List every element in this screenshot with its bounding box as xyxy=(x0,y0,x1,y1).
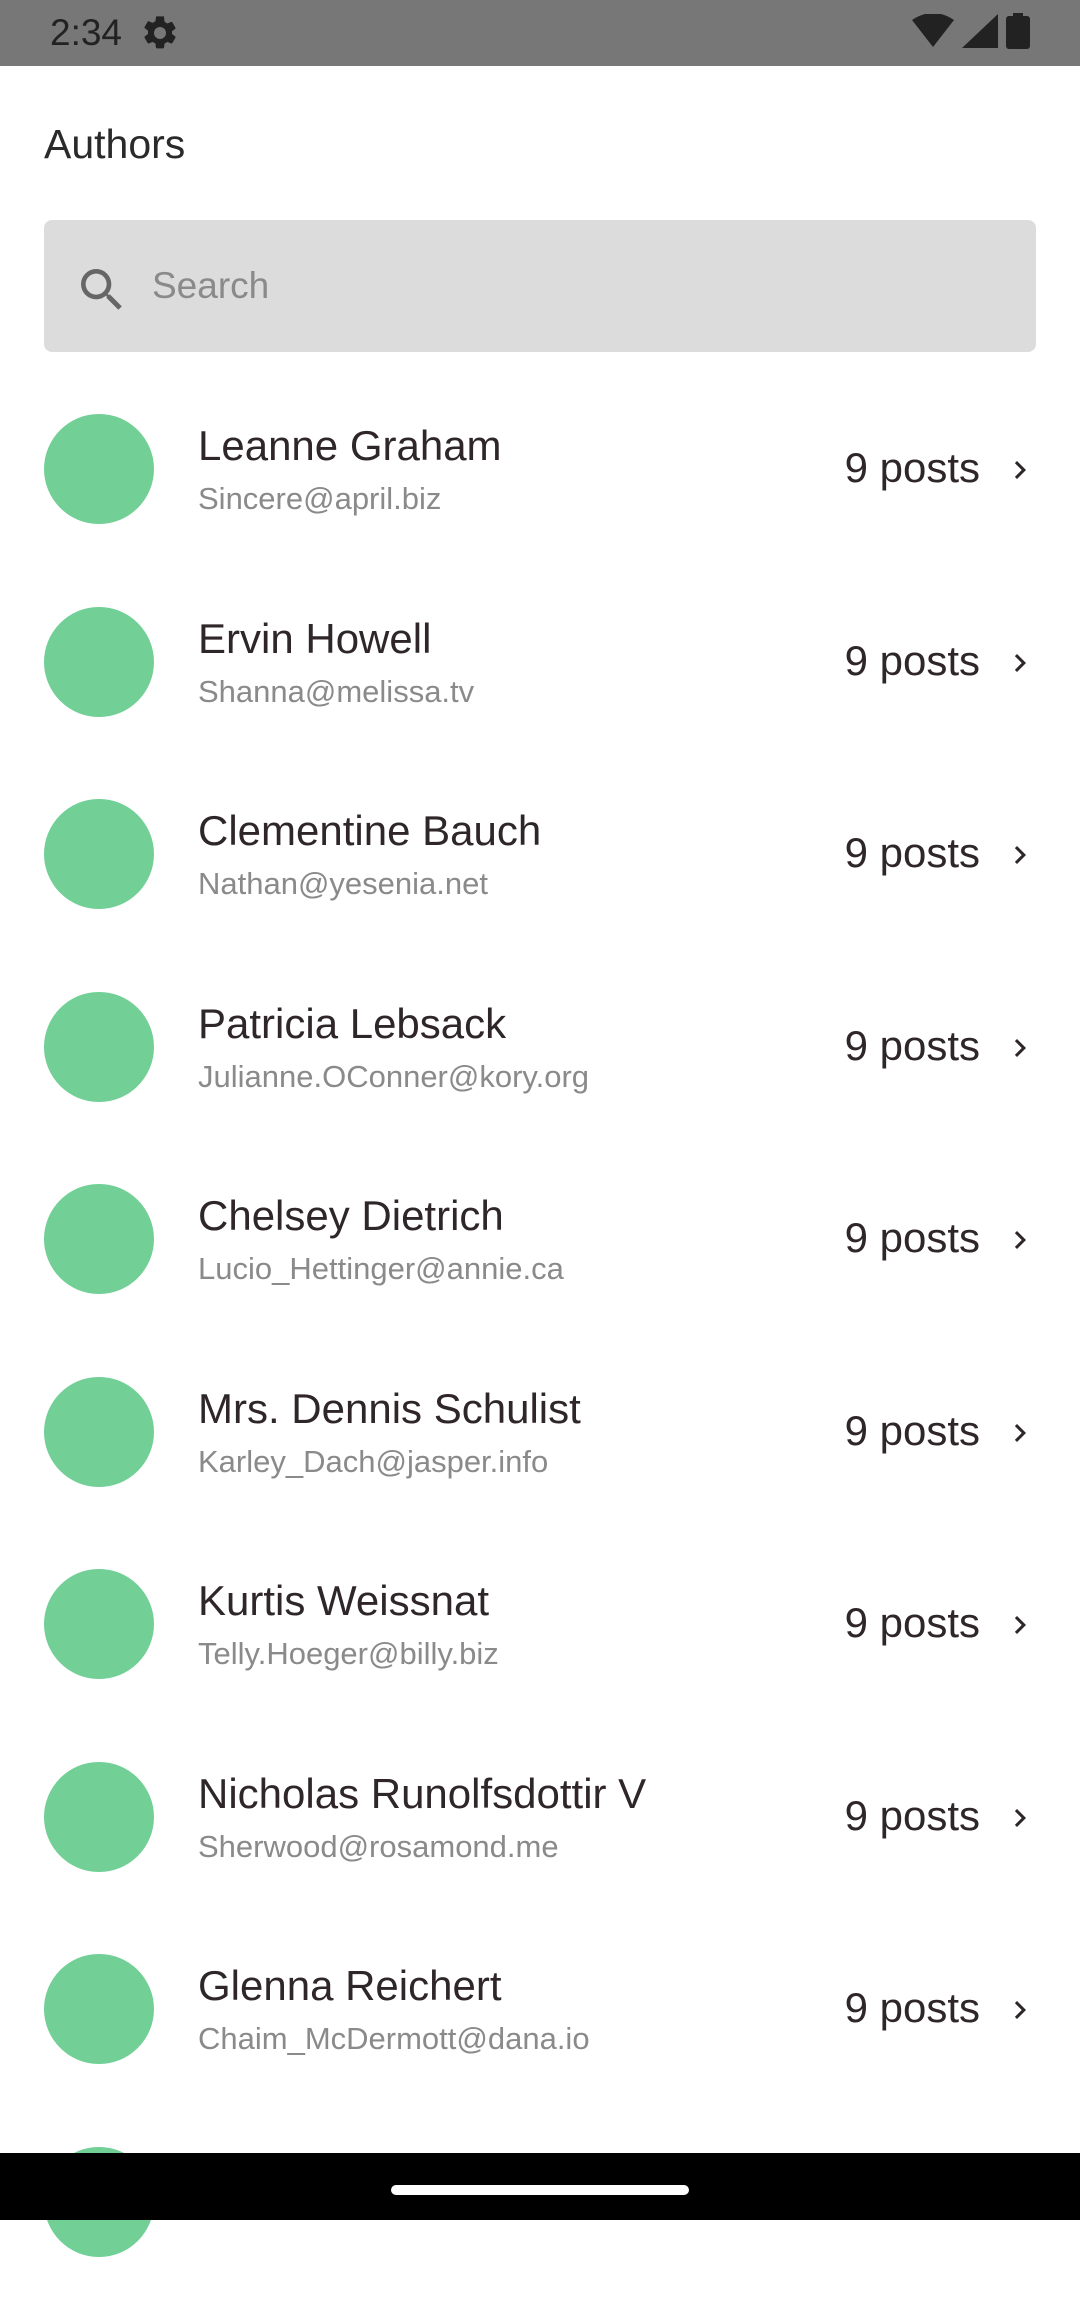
chevron-right-icon xyxy=(1002,1222,1038,1258)
author-row[interactable]: Ervin Howell Shanna@melissa.tv 9 posts xyxy=(0,569,1080,762)
avatar xyxy=(44,1569,154,1679)
chevron-right-icon xyxy=(1002,452,1038,488)
avatar xyxy=(44,1377,154,1487)
gear-icon xyxy=(140,13,180,53)
post-count: 9 posts xyxy=(845,827,980,879)
status-bar: 2:34 xyxy=(0,0,1080,66)
author-name: Chelsey Dietrich xyxy=(198,1190,504,1242)
wifi-icon xyxy=(912,14,954,53)
author-email: Julianne.OConner@kory.org xyxy=(198,1058,589,1096)
author-email: Telly.Hoeger@billy.biz xyxy=(198,1635,499,1673)
author-list: Leanne Graham Sincere@april.biz 9 posts … xyxy=(0,376,1080,2301)
author-row[interactable]: Kurtis Weissnat Telly.Hoeger@billy.biz 9… xyxy=(0,1531,1080,1724)
author-row[interactable]: Chelsey Dietrich Lucio_Hettinger@annie.c… xyxy=(0,1146,1080,1339)
chevron-right-icon xyxy=(1002,1030,1038,1066)
author-row[interactable]: Clementine Bauch Nathan@yesenia.net 9 po… xyxy=(0,761,1080,954)
author-name: Leanne Graham xyxy=(198,420,502,472)
author-email: Sherwood@rosamond.me xyxy=(198,1828,559,1866)
chevron-right-icon xyxy=(1002,1800,1038,1836)
post-count: 9 posts xyxy=(845,635,980,687)
search-input[interactable] xyxy=(152,242,1012,330)
avatar xyxy=(44,1762,154,1872)
author-name: Glenna Reichert xyxy=(198,1960,502,2012)
author-email: Sincere@april.biz xyxy=(198,480,441,518)
author-name: Clementine Bauch xyxy=(198,805,541,857)
chevron-right-icon xyxy=(1002,1607,1038,1643)
author-email: Lucio_Hettinger@annie.ca xyxy=(198,1250,564,1288)
chevron-right-icon xyxy=(1002,837,1038,873)
author-name: Mrs. Dennis Schulist xyxy=(198,1383,581,1435)
author-row[interactable]: Glenna Reichert Chaim_McDermott@dana.io … xyxy=(0,1916,1080,2109)
chevron-right-icon xyxy=(1002,645,1038,681)
avatar xyxy=(44,1184,154,1294)
chevron-right-icon xyxy=(1002,1415,1038,1451)
author-email: Chaim_McDermott@dana.io xyxy=(198,2020,590,2058)
search-bar[interactable] xyxy=(44,220,1036,352)
post-count: 9 posts xyxy=(845,1790,980,1842)
avatar xyxy=(44,799,154,909)
avatar xyxy=(44,992,154,1102)
post-count: 9 posts xyxy=(845,442,980,494)
signal-icon xyxy=(962,14,998,53)
author-row[interactable]: Nicholas Runolfsdottir V Sherwood@rosamo… xyxy=(0,1724,1080,1917)
post-count: 9 posts xyxy=(845,1597,980,1649)
author-name: Kurtis Weissnat xyxy=(198,1575,489,1627)
battery-icon xyxy=(1006,13,1030,54)
author-email: Nathan@yesenia.net xyxy=(198,865,488,903)
avatar xyxy=(44,414,154,524)
post-count: 9 posts xyxy=(845,1982,980,2034)
author-email: Shanna@melissa.tv xyxy=(198,673,474,711)
post-count: 9 posts xyxy=(845,1405,980,1457)
search-icon xyxy=(74,262,130,318)
author-row[interactable]: Patricia Lebsack Julianne.OConner@kory.o… xyxy=(0,954,1080,1147)
avatar xyxy=(44,607,154,717)
status-icons xyxy=(912,14,1030,52)
navigation-bar xyxy=(0,2153,1080,2220)
author-email: Karley_Dach@jasper.info xyxy=(198,1443,548,1481)
chevron-right-icon xyxy=(1002,1992,1038,2028)
avatar xyxy=(44,1954,154,2064)
author-name: Nicholas Runolfsdottir V xyxy=(198,1768,646,1820)
author-name: Ervin Howell xyxy=(198,613,431,665)
home-indicator[interactable] xyxy=(391,2185,689,2195)
author-name: Patricia Lebsack xyxy=(198,998,506,1050)
author-row[interactable]: Mrs. Dennis Schulist Karley_Dach@jasper.… xyxy=(0,1339,1080,1532)
post-count: 9 posts xyxy=(845,1020,980,1072)
author-row[interactable]: Leanne Graham Sincere@april.biz 9 posts xyxy=(0,376,1080,569)
post-count: 9 posts xyxy=(845,1212,980,1264)
page-title: Authors xyxy=(44,118,185,170)
status-time: 2:34 xyxy=(50,11,122,55)
